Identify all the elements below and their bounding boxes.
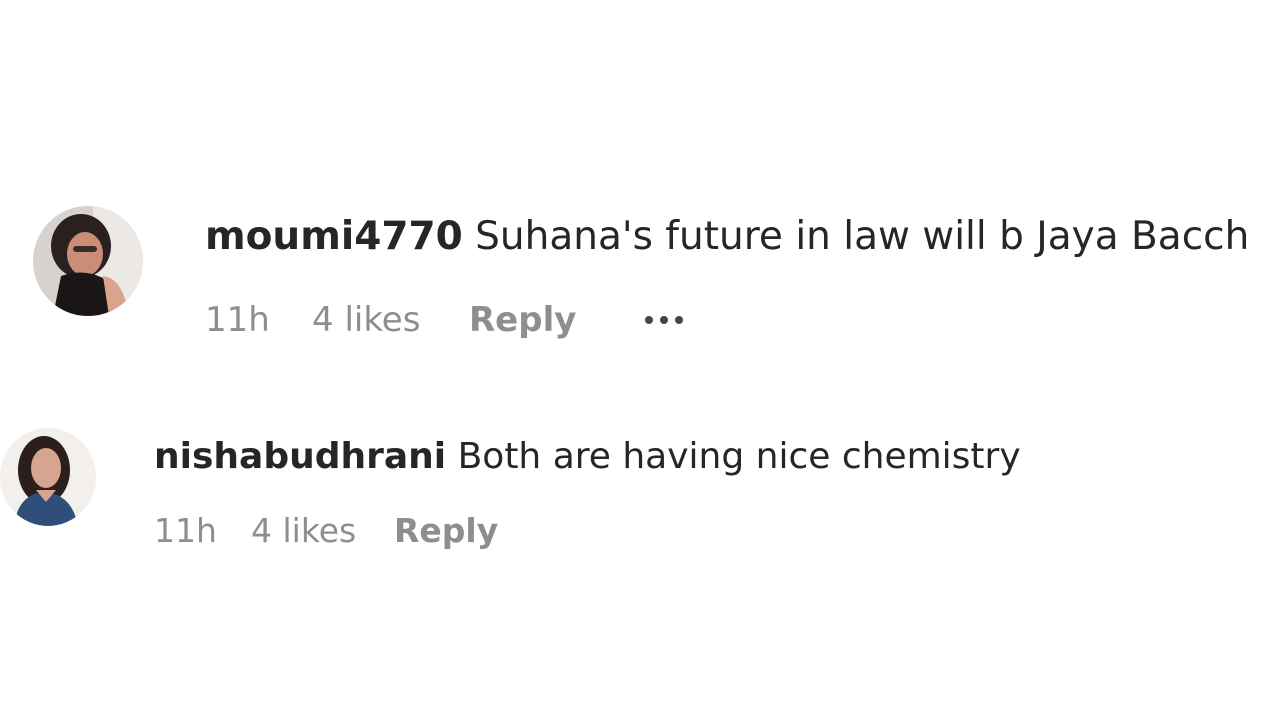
avatar[interactable] (0, 428, 96, 526)
comment-line: nishabudhrani Both are having nice chemi… (154, 436, 1021, 477)
comment-meta: 11h 4 likes Reply (154, 511, 554, 555)
likes-count[interactable]: 4 likes (312, 300, 420, 340)
comment-meta: 11h 4 likes Reply (205, 300, 725, 344)
reply-button[interactable]: Reply (394, 511, 498, 550)
more-options-icon[interactable] (645, 316, 683, 324)
reply-button[interactable]: Reply (469, 300, 576, 340)
avatar[interactable] (33, 206, 143, 316)
comment-line: moumi4770 Suhana's future in law will b … (205, 214, 1249, 259)
comment-text: Both are having nice chemistry (457, 436, 1021, 477)
timestamp[interactable]: 11h (205, 300, 270, 340)
comment-text: Suhana's future in law will b Jaya Bacch (475, 214, 1250, 259)
likes-count[interactable]: 4 likes (251, 511, 356, 550)
username-link[interactable]: nishabudhrani (154, 436, 446, 477)
timestamp[interactable]: 11h (154, 511, 217, 550)
username-link[interactable]: moumi4770 (205, 214, 463, 259)
